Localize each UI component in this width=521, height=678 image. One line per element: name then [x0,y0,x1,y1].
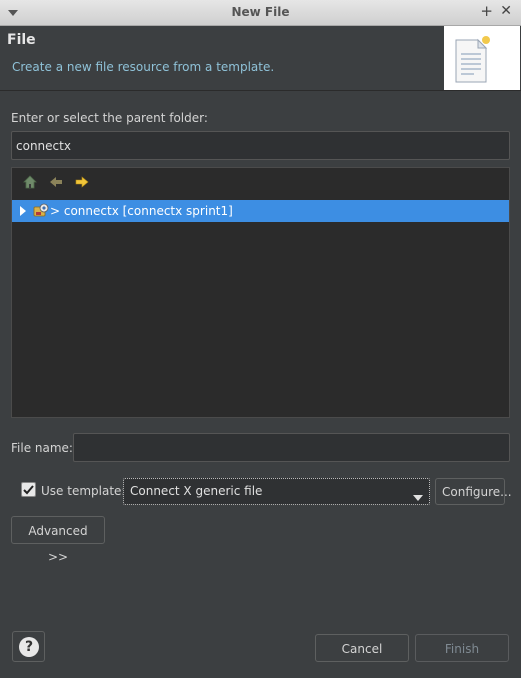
folder-tree[interactable]: > connectx [connectx sprint1] [11,167,510,418]
cancel-button[interactable]: Cancel [315,634,409,662]
help-button[interactable]: ? [12,631,45,662]
use-template-checkbox[interactable] [21,482,36,497]
file-name-label: File name: [11,441,73,455]
tree-toolbar [12,168,509,198]
page-title: File [7,32,36,48]
parent-folder-input[interactable] [11,131,510,160]
advanced-button[interactable]: Advanced >> [11,516,105,564]
file-wizard-banner-icon [444,26,520,90]
configure-button[interactable]: Configure... [435,478,512,505]
home-icon[interactable] [22,174,40,192]
header-separator [0,90,521,91]
title-bar: New File + ✕ [0,0,521,26]
file-name-input[interactable] [73,433,510,462]
tree-item-label: > connectx [connectx sprint1] [50,204,233,218]
parent-folder-label: Enter or select the parent folder: [11,111,208,125]
checkmark-icon [23,485,34,495]
forward-arrow-icon[interactable] [74,174,92,192]
help-icon: ? [19,637,39,657]
wizard-header: File Create a new file resource from a t… [0,26,521,90]
window-title: New File [231,5,290,19]
template-selected-value: Connect X generic file [130,484,263,498]
project-icon [33,203,49,222]
back-arrow-icon[interactable] [48,174,66,192]
page-description: Create a new file resource from a templa… [12,60,275,74]
use-template-label: Use template: [41,484,126,498]
tree-item-connectx[interactable]: > connectx [connectx sprint1] [12,200,509,222]
dropdown-arrow-icon [413,490,423,504]
maximize-icon[interactable]: + [480,2,493,20]
finish-button[interactable]: Finish [415,634,509,662]
expand-arrow-icon[interactable] [19,205,27,219]
close-icon[interactable]: ✕ [500,3,512,19]
template-select[interactable]: Connect X generic file [123,478,430,505]
